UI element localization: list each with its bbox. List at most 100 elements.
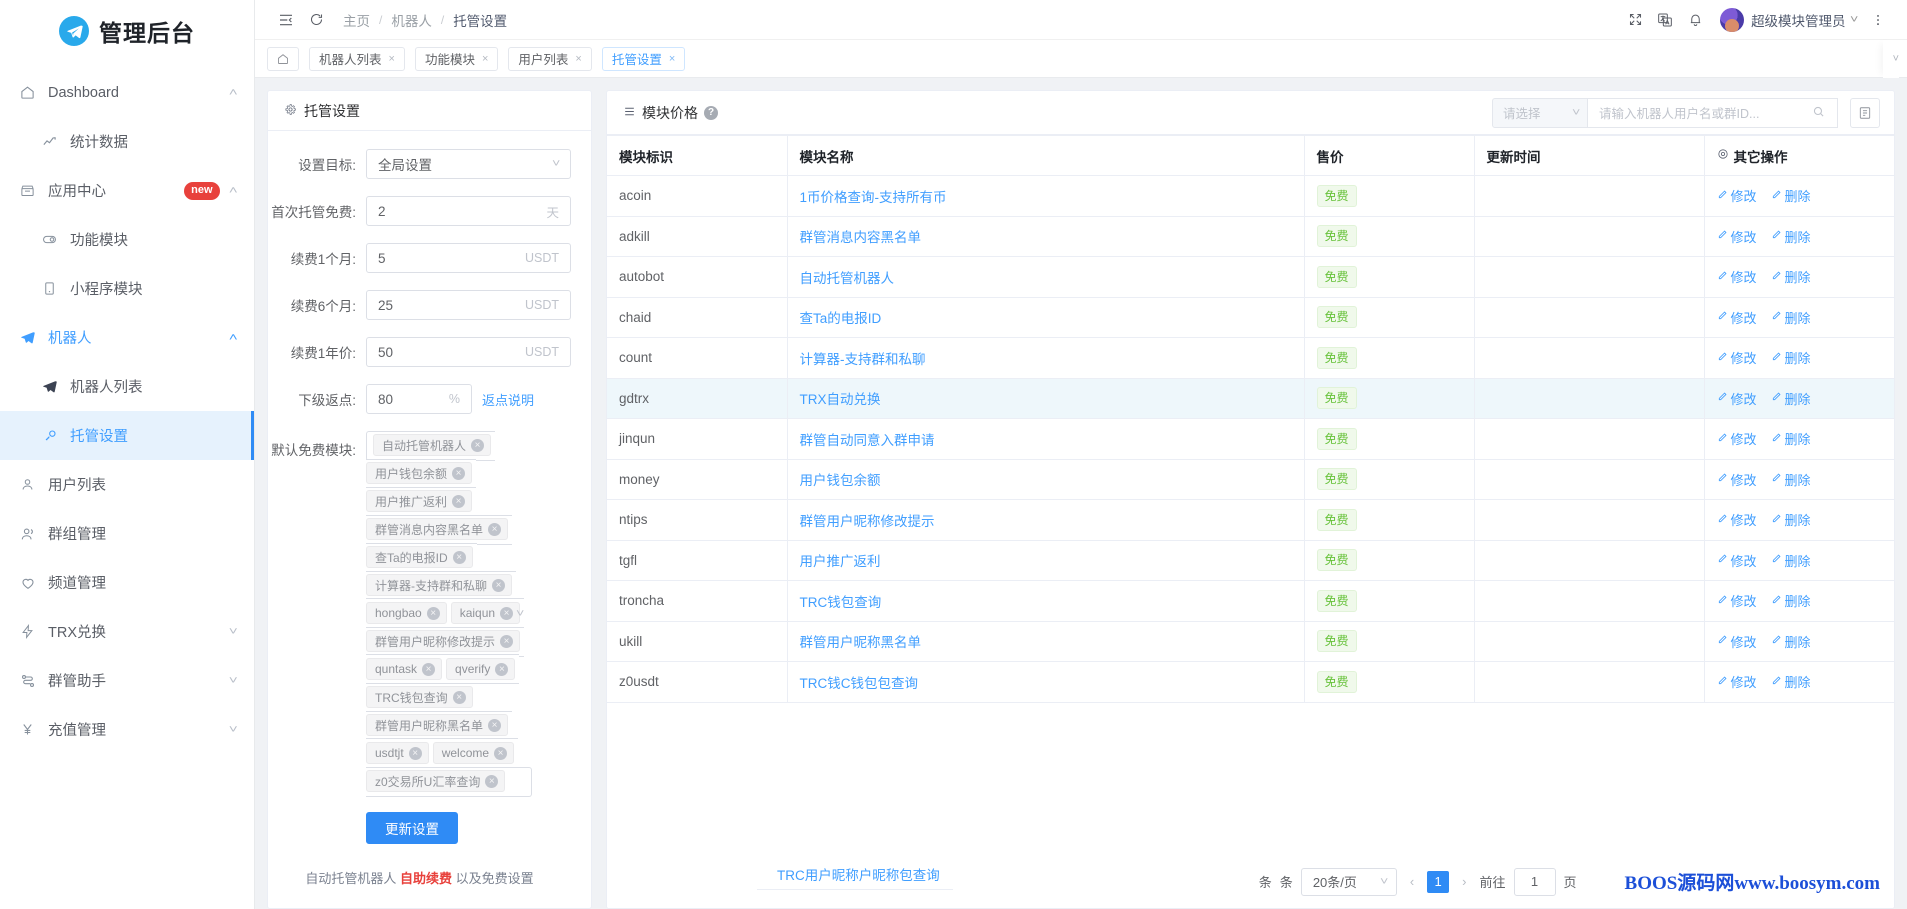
close-icon[interactable]: ×	[389, 53, 395, 65]
next-page-button[interactable]: ›	[1457, 874, 1471, 889]
delete-button[interactable]: 删除	[1771, 186, 1811, 205]
edit-button[interactable]: 修改	[1717, 632, 1757, 651]
search-input[interactable]: 请输入机器人用户名或群ID...	[1588, 97, 1838, 128]
table-row[interactable]: jinqun 群管自动同意入群申请 免费 修改 删除	[607, 418, 1894, 460]
breadcrumb-item[interactable]: 主页	[343, 10, 370, 30]
price-table-scroll[interactable]: 模块标识 模块名称 售价 更新时间 其它操作 acoin 1币价格查询-支持所有…	[607, 135, 1894, 854]
export-icon[interactable]	[1850, 97, 1880, 128]
free-modules-select[interactable]: 自动托管机器人 × 用户钱包余额 × 用户推广返利 × 群管消息内容黑名单 × 查Ta的电报ID…	[366, 430, 533, 797]
edit-button[interactable]: 修改	[1717, 672, 1757, 691]
tab-user-list[interactable]: 用户列表 ×	[508, 46, 592, 71]
edit-button[interactable]: 修改	[1717, 308, 1757, 327]
close-icon[interactable]: ×	[408, 746, 422, 760]
breadcrumb-item[interactable]: 机器人	[391, 10, 432, 30]
free-module-tag[interactable]: 群管用户昵称修改提示 ×	[366, 630, 521, 652]
target-select[interactable]: 全局设置 ˅	[366, 149, 571, 179]
free-module-tag[interactable]: usdtjt ×	[366, 742, 429, 764]
free-module-tag[interactable]: TRC钱包查询 ×	[366, 686, 473, 708]
sidebar-item-hosting-settings[interactable]: 托管设置	[0, 411, 254, 460]
page-size-select[interactable]: 20条/页 ˅	[1300, 867, 1397, 896]
close-icon[interactable]: ×	[495, 662, 509, 676]
month6-input[interactable]: 25 USDT	[366, 290, 571, 320]
delete-button[interactable]: 删除	[1771, 591, 1811, 610]
delete-button[interactable]: 删除	[1771, 551, 1811, 570]
table-row[interactable]: troncha TRC钱包查询 免费 修改 删除	[607, 580, 1894, 622]
module-name-link[interactable]: TRX自动兑换	[800, 392, 881, 407]
search-icon[interactable]	[1806, 105, 1831, 121]
module-name-link[interactable]: 群管自动同意入群申请	[800, 433, 935, 448]
close-icon[interactable]: ×	[488, 718, 502, 732]
module-name-link[interactable]: 用户钱包余额	[800, 473, 881, 488]
tab-home-button[interactable]	[267, 46, 299, 71]
sidebar-item-recharge-management[interactable]: 充值管理 ˅	[0, 705, 254, 754]
edit-button[interactable]: 修改	[1717, 510, 1757, 529]
sidebar-item-user-list[interactable]: 用户列表	[0, 460, 254, 509]
edit-button[interactable]: 修改	[1717, 389, 1757, 408]
close-icon[interactable]: ×	[471, 438, 485, 452]
edit-button[interactable]: 修改	[1717, 470, 1757, 489]
gear-icon[interactable]	[1717, 148, 1729, 163]
table-row[interactable]: z0usdt TRC钱C钱包包查询 免费 修改 删除	[607, 661, 1894, 703]
table-row[interactable]: chaid 查Ta的电报ID 免费 修改 删除	[607, 297, 1894, 338]
table-row[interactable]: adkill 群管消息内容黑名单 免费 修改 删除	[607, 216, 1894, 257]
free-module-tag[interactable]: 群管消息内容黑名单 ×	[366, 518, 509, 540]
sidebar-item-app-center[interactable]: 应用中心 new ˄	[0, 166, 254, 215]
sidebar-item-statistics[interactable]: 统计数据	[0, 117, 254, 166]
edit-button[interactable]: 修改	[1717, 551, 1757, 570]
question-icon[interactable]: ?	[704, 105, 718, 120]
edit-button[interactable]: 修改	[1717, 186, 1757, 205]
filter-select[interactable]: 请选择 ˅	[1492, 97, 1588, 128]
module-name-link[interactable]: 群管用户昵称修改提示	[800, 514, 935, 529]
close-icon[interactable]: ×	[485, 774, 499, 788]
edit-button[interactable]: 修改	[1717, 267, 1757, 286]
table-row[interactable]: money 用户钱包余额 免费 修改 删除	[607, 459, 1894, 500]
close-icon[interactable]: ×	[488, 522, 502, 536]
free-module-tag[interactable]: 自动托管机器人 ×	[373, 434, 492, 456]
page-number-1[interactable]: 1	[1427, 870, 1450, 893]
close-icon[interactable]: ×	[575, 53, 581, 65]
delete-button[interactable]: 删除	[1771, 267, 1811, 286]
module-name-link[interactable]: 群管用户昵称黑名单	[800, 635, 922, 650]
table-row[interactable]: autobot 自动托管机器人 免费 修改 删除	[607, 256, 1894, 298]
fullscreen-icon[interactable]	[1620, 5, 1650, 35]
table-row[interactable]: acoin 1币价格查询-支持所有币 免费 修改 删除	[607, 175, 1894, 217]
module-name-link[interactable]: 1币价格查询-支持所有币	[800, 190, 947, 205]
close-icon[interactable]: ×	[452, 466, 466, 480]
sidebar-item-channel-management[interactable]: 频道管理	[0, 558, 254, 607]
free-module-tag[interactable]: 查Ta的电报ID ×	[366, 546, 473, 568]
sidebar-item-trx-exchange[interactable]: TRX兑换 ˅	[0, 607, 254, 656]
footer-note-highlight[interactable]: 自助续费	[400, 871, 452, 886]
delete-button[interactable]: 删除	[1771, 672, 1811, 691]
update-settings-button[interactable]: 更新设置	[366, 812, 458, 844]
tab-overflow-button[interactable]: ˅	[1882, 40, 1899, 78]
close-icon[interactable]: ×	[452, 550, 466, 564]
delete-button[interactable]: 删除	[1771, 470, 1811, 489]
delete-button[interactable]: 删除	[1771, 389, 1811, 408]
table-row[interactable]: gdtrx TRX自动兑换 免费 修改 删除	[607, 378, 1894, 419]
free-module-tag[interactable]: quntask ×	[366, 658, 443, 680]
module-name-link[interactable]: TRC钱C钱包包查询	[800, 676, 919, 691]
free-module-tag[interactable]: kaiqun ×	[450, 602, 521, 624]
edit-button[interactable]: 修改	[1717, 348, 1757, 367]
delete-button[interactable]: 删除	[1771, 632, 1811, 651]
sidebar-item-mini-app-module[interactable]: 小程序模块	[0, 264, 254, 313]
close-icon[interactable]: ×	[500, 606, 514, 620]
free-module-tag[interactable]: 群管用户昵称黑名单 ×	[366, 714, 509, 736]
close-icon[interactable]: ×	[500, 634, 514, 648]
close-icon[interactable]: ×	[452, 690, 466, 704]
close-icon[interactable]: ×	[452, 494, 466, 508]
rebate-input[interactable]: 80 %	[366, 384, 472, 414]
delete-button[interactable]: 删除	[1771, 308, 1811, 327]
free-module-tag[interactable]: 用户推广返利 ×	[366, 490, 473, 512]
year1-input[interactable]: 50 USDT	[366, 337, 571, 367]
tab-robot-list[interactable]: 机器人列表 ×	[309, 46, 405, 71]
sidebar-item-function-module[interactable]: 功能模块	[0, 215, 254, 264]
edit-button[interactable]: 修改	[1717, 429, 1757, 448]
sidebar-item-robot-list[interactable]: 机器人列表	[0, 362, 254, 411]
table-row[interactable]: count 计算器-支持群和私聊 免费 修改 删除	[607, 337, 1894, 379]
free-module-tag[interactable]: qverify ×	[446, 658, 516, 680]
table-row[interactable]: ntips 群管用户昵称修改提示 免费 修改 删除	[607, 499, 1894, 541]
brand-logo[interactable]: 管理后台	[0, 0, 254, 62]
prev-page-button[interactable]: ‹	[1405, 874, 1419, 889]
module-name-link[interactable]: TRC钱包查询	[800, 595, 882, 610]
